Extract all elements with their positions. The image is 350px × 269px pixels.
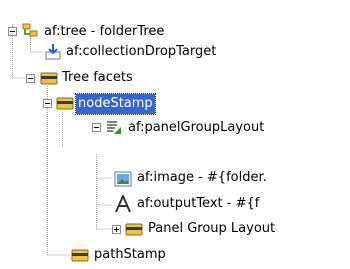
folder-icon — [40, 72, 58, 85]
tree-node-label[interactable]: pathStamp — [92, 245, 168, 265]
drop-target-icon — [45, 44, 61, 60]
folder-icon — [71, 249, 89, 262]
component-tree: af:tree - folderTree af:collectionDropTa… — [0, 0, 350, 269]
collapse-toggle[interactable] — [92, 123, 101, 132]
image-icon — [114, 171, 132, 187]
tree-node-label[interactable]: Tree facets — [60, 68, 135, 88]
panel-group-layout-icon — [107, 121, 121, 134]
tree-node-label[interactable]: af:image - #{folder. — [135, 168, 269, 188]
folder-icon — [56, 97, 74, 110]
collapse-toggle[interactable] — [8, 27, 17, 36]
expand-toggle[interactable] — [112, 225, 121, 234]
collapse-toggle[interactable] — [43, 99, 52, 108]
folder-icon — [125, 223, 143, 236]
tree-component-icon — [22, 23, 38, 37]
tree-node-label[interactable]: af:panelGroupLayout — [126, 118, 266, 138]
tree-node-label[interactable]: Panel Group Layout — [146, 219, 277, 239]
tree-node-label[interactable]: af:outputText - #{f — [135, 194, 261, 214]
collapse-toggle[interactable] — [26, 74, 35, 83]
output-text-icon — [115, 195, 131, 213]
tree-node-label-selected[interactable]: nodeStamp — [75, 93, 156, 115]
tree-node-label[interactable]: af:tree - folderTree — [42, 22, 166, 42]
tree-node-label[interactable]: af:collectionDropTarget — [64, 42, 218, 62]
